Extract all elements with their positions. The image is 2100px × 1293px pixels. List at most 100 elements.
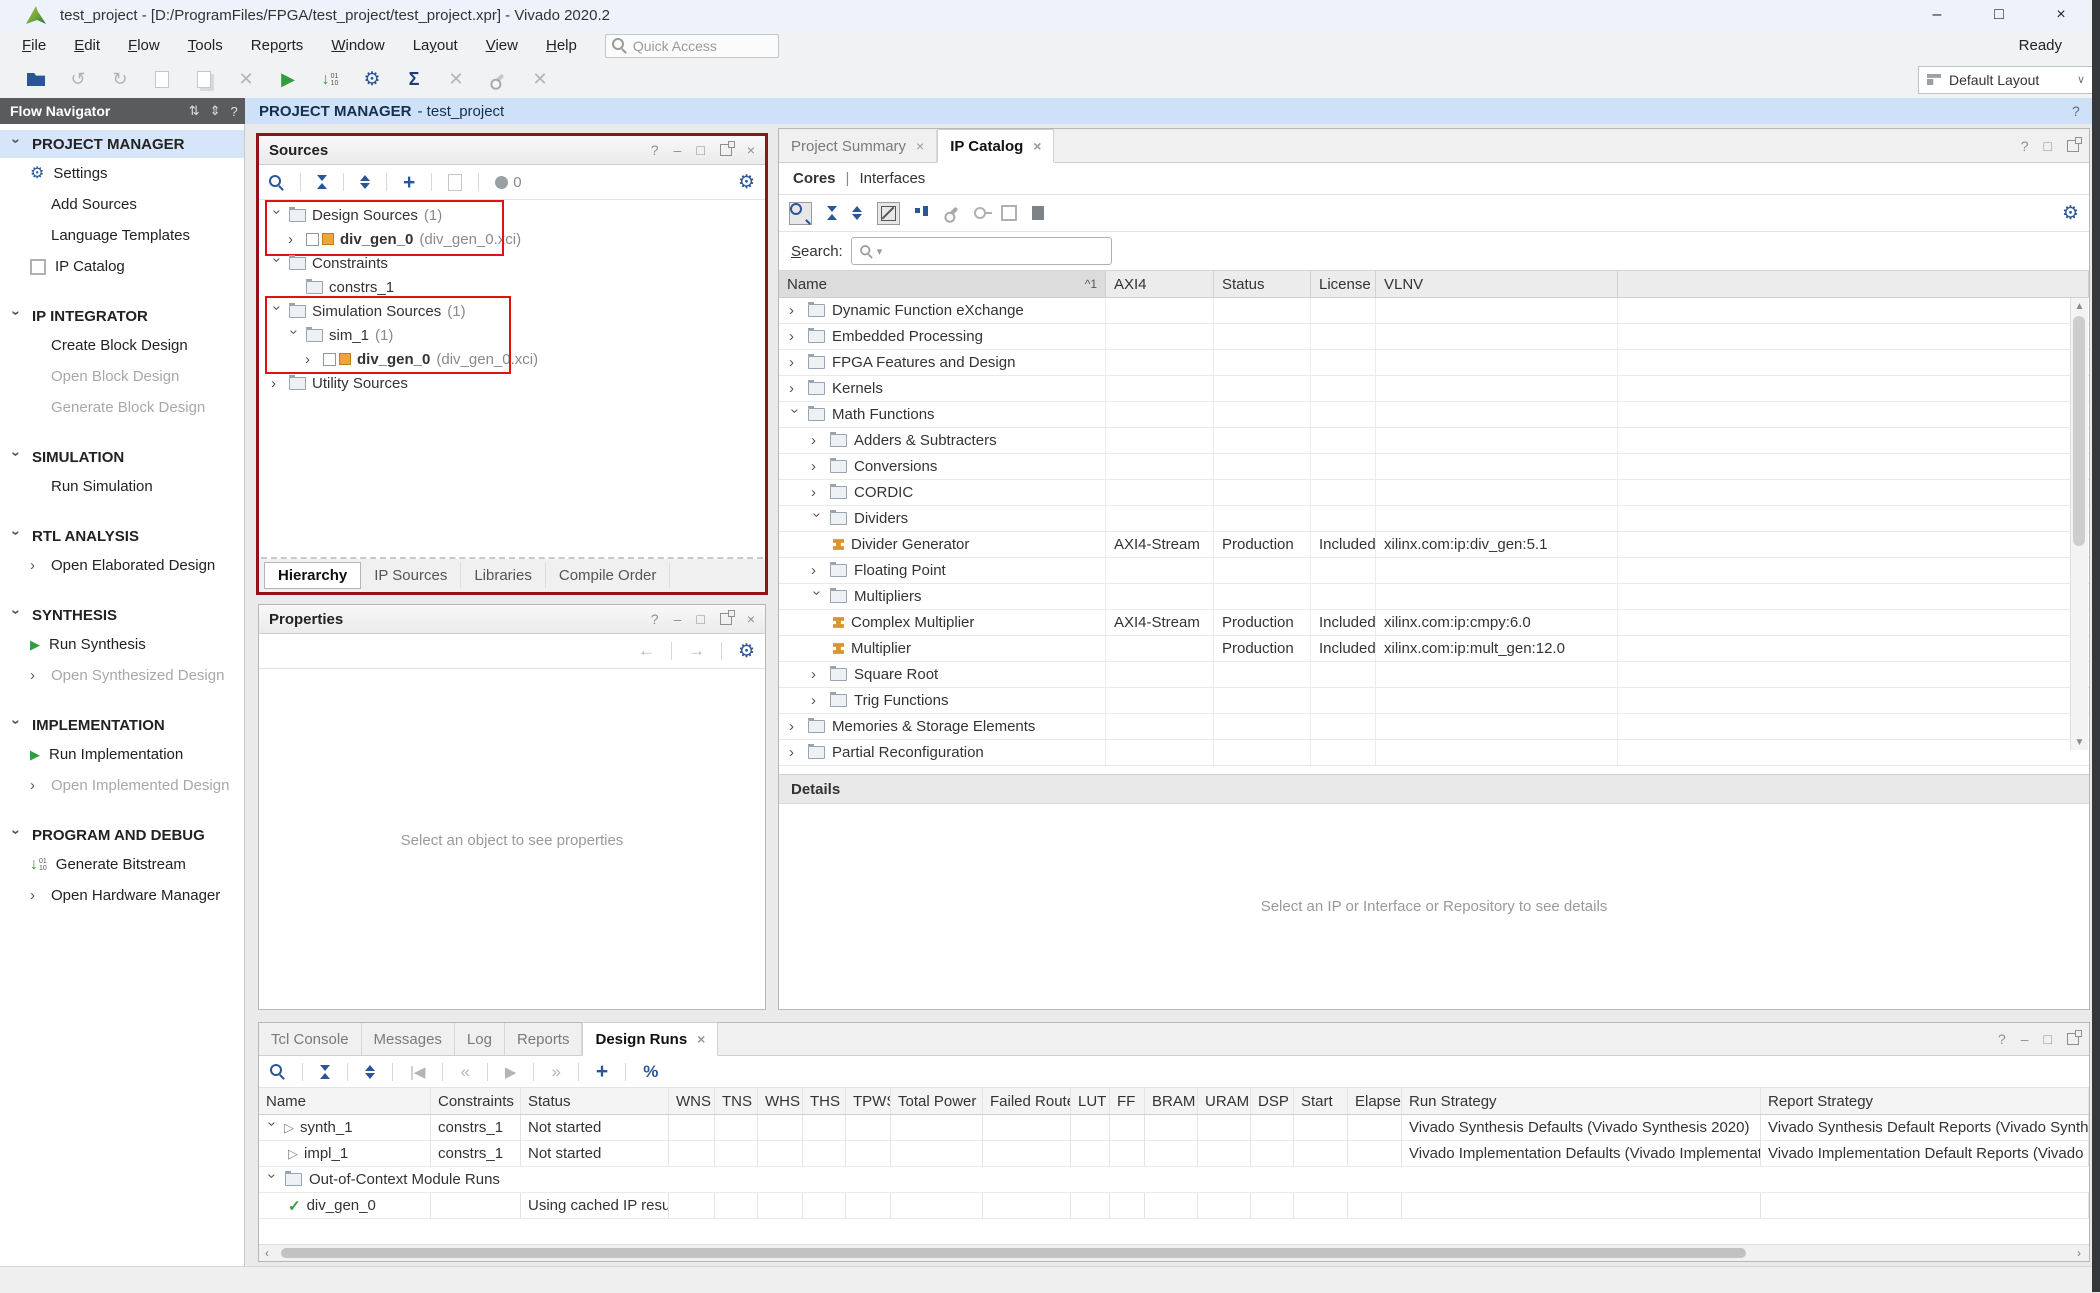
column-header-vlnv[interactable]: VLNV [1376, 271, 1618, 297]
close-icon[interactable]: × [916, 138, 924, 154]
close-icon[interactable]: × [747, 142, 755, 158]
menu-edit[interactable]: Edit [60, 37, 114, 54]
catalog-row[interactable]: ›FPGA Features and Design [779, 350, 2089, 376]
run-column-name[interactable]: Name [259, 1088, 431, 1114]
tab-project-summary[interactable]: Project Summary× [779, 130, 937, 162]
catalog-row[interactable]: Complex MultiplierAXI4-StreamProductionI… [779, 610, 2089, 636]
menu-window[interactable]: Window [317, 37, 398, 54]
chevron-collapsed-icon[interactable]: › [789, 745, 801, 760]
design-run-row[interactable]: ›Out-of-Context Module Runs [259, 1167, 2089, 1193]
float-icon[interactable] [720, 613, 732, 625]
bottom-tab-design-runs[interactable]: Design Runs× [582, 1022, 718, 1056]
back-icon[interactable]: ← [638, 641, 655, 661]
chevron-collapsed-icon[interactable]: › [30, 668, 42, 683]
column-header-axi4[interactable]: AXI4 [1106, 271, 1214, 297]
run-column-status[interactable]: Status [521, 1088, 669, 1114]
column-header-license[interactable]: License [1311, 271, 1376, 297]
column-header-status[interactable]: Status [1214, 271, 1311, 297]
catalog-row[interactable]: ›Dynamic Function eXchange [779, 298, 2089, 324]
source-tree-item[interactable]: ›Constraints [259, 251, 765, 275]
run-column-elapsed[interactable]: Elapsed [1348, 1088, 1402, 1114]
forward-icon[interactable]: → [688, 641, 705, 661]
sidebar-item-add-sources[interactable]: Add Sources [0, 189, 244, 220]
run-column-lut[interactable]: LUT [1071, 1088, 1110, 1114]
sidebar-item-generate-block-design[interactable]: Generate Block Design [0, 392, 244, 423]
run-column-dsp[interactable]: DSP [1251, 1088, 1294, 1114]
run-column-start[interactable]: Start [1294, 1088, 1348, 1114]
create-run-icon[interactable]: + [596, 1061, 608, 1082]
close-icon[interactable]: × [747, 611, 755, 627]
help-icon[interactable]: ? [2072, 103, 2080, 119]
source-tree-item[interactable]: constrs_1 [259, 275, 765, 299]
catalog-row[interactable]: ›Trig Functions [779, 688, 2089, 714]
chevron-expanded-icon[interactable]: › [9, 138, 24, 150]
float-icon[interactable] [2067, 140, 2079, 152]
layout-selector-dropdown[interactable]: Default Layout ∨ [1918, 66, 2094, 94]
minimize-icon[interactable]: – [674, 142, 682, 158]
chevron-expanded-icon[interactable]: › [270, 209, 285, 221]
run-column-uram[interactable]: URAM [1198, 1088, 1251, 1114]
sidebar-section-ip-integrator[interactable]: ›IP INTEGRATOR [0, 302, 244, 330]
tab-ip-catalog[interactable]: IP Catalog× [937, 129, 1054, 163]
generate-bitstream-toolbar-button[interactable]: ↓0110 [320, 71, 340, 89]
sidebar-section-program-and-debug[interactable]: ›PROGRAM AND DEBUG [0, 821, 244, 849]
float-icon[interactable] [2067, 1033, 2079, 1045]
source-tree-item[interactable]: ›sim_1(1) [259, 323, 765, 347]
sidebar-section-rtl-analysis[interactable]: ›RTL ANALYSIS [0, 522, 244, 550]
maximize-icon[interactable]: □ [2044, 138, 2052, 154]
horizontal-scrollbar[interactable]: ‹ › [259, 1244, 2089, 1261]
gear-icon[interactable]: ⚙ [738, 642, 755, 661]
collapse-all-icon[interactable]: ⇅ [189, 103, 200, 119]
sources-tab-compile-order[interactable]: Compile Order [546, 563, 671, 588]
catalog-row[interactable]: ›Kernels [779, 376, 2089, 402]
run-column-ff[interactable]: FF [1110, 1088, 1145, 1114]
search-icon[interactable] [269, 175, 284, 190]
design-run-row[interactable]: ▷impl_1constrs_1Not startedVivado Implem… [259, 1141, 2089, 1167]
chevron-expanded-icon[interactable]: › [9, 829, 24, 841]
menu-view[interactable]: View [472, 37, 532, 54]
vertical-scrollbar[interactable]: ▲ ▼ [2070, 298, 2088, 750]
menu-layout[interactable]: Layout [399, 37, 472, 54]
chevron-collapsed-icon[interactable]: › [789, 329, 801, 344]
copy-button[interactable] [152, 71, 172, 88]
chevron-expanded-icon[interactable]: › [9, 530, 24, 542]
delete-button[interactable]: ✕ [236, 69, 256, 90]
sidebar-item-language-templates[interactable]: Language Templates [0, 220, 244, 251]
run-column-failed-routes[interactable]: Failed Routes [983, 1088, 1071, 1114]
chevron-collapsed-icon[interactable]: › [811, 667, 823, 682]
catalog-row[interactable]: ›Multipliers [779, 584, 2089, 610]
catalog-row[interactable]: ›Square Root [779, 662, 2089, 688]
open-project-button[interactable] [26, 73, 46, 86]
catalog-row[interactable]: ›CORDIC [779, 480, 2089, 506]
chevron-collapsed-icon[interactable]: › [789, 303, 801, 318]
sidebar-item-generate-bitstream[interactable]: ↓0110Generate Bitstream [0, 849, 244, 880]
collapse-all-icon[interactable] [320, 1065, 330, 1079]
source-tree-item[interactable]: ›div_gen_0(div_gen_0.xci) [259, 227, 765, 251]
gear-icon[interactable]: ⚙ [738, 173, 755, 192]
catalog-search-input[interactable]: ▾ [851, 237, 1112, 265]
source-tree-item[interactable]: ›div_gen_0(div_gen_0.xci) [259, 347, 765, 371]
sidebar-item-settings[interactable]: ⚙Settings [0, 158, 244, 189]
maximize-icon[interactable]: □ [2044, 1031, 2052, 1047]
chevron-collapsed-icon[interactable]: › [789, 355, 801, 370]
chevron-expanded-icon[interactable]: › [270, 305, 285, 317]
run-column-total-power[interactable]: Total Power [891, 1088, 983, 1114]
run-column-report-strategy[interactable]: Report Strategy [1761, 1088, 2089, 1114]
paste-button[interactable] [194, 71, 214, 88]
sidebar-section-implementation[interactable]: ›IMPLEMENTATION [0, 711, 244, 739]
minimize-icon[interactable]: – [2021, 1031, 2029, 1047]
sidebar-item-open-synthesized-design[interactable]: ›Open Synthesized Design [0, 660, 244, 691]
chevron-collapsed-icon[interactable]: › [30, 888, 42, 903]
sidebar-item-open-block-design[interactable]: Open Block Design [0, 361, 244, 392]
catalog-row[interactable]: ›Dividers [779, 506, 2089, 532]
run-column-wns[interactable]: WNS [669, 1088, 715, 1114]
scroll-right-icon[interactable]: › [2071, 1246, 2087, 1260]
minimize-icon[interactable]: – [674, 611, 682, 627]
catalog-row[interactable]: ›Floating Point [779, 558, 2089, 584]
chevron-collapsed-icon[interactable]: › [789, 719, 801, 734]
menu-reports[interactable]: Reports [237, 37, 318, 54]
window-minimize-button[interactable]: – [1906, 6, 1968, 24]
window-close-button[interactable]: × [2030, 6, 2092, 24]
report-utilization-button[interactable]: Σ [404, 69, 424, 90]
help-icon[interactable]: ? [231, 104, 238, 119]
